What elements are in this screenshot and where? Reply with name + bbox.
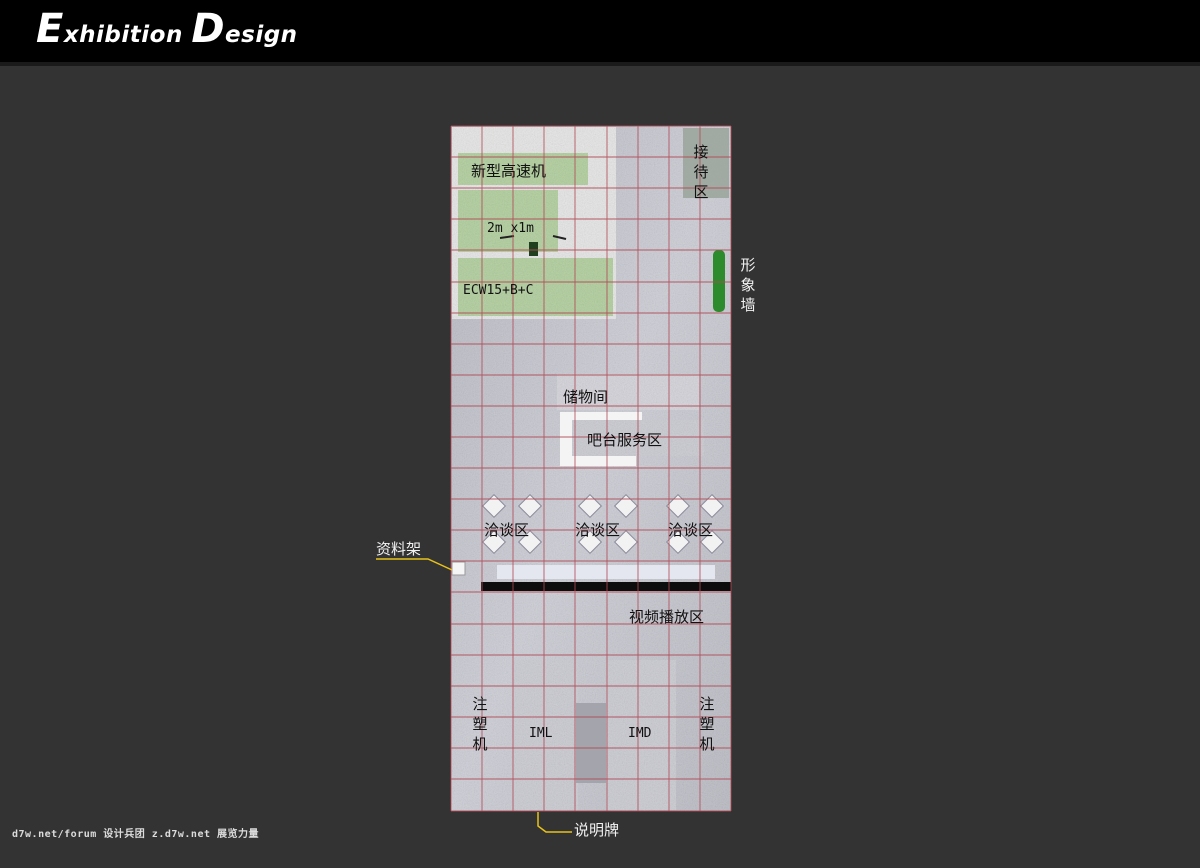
robot-body [529,242,538,256]
label-iml: IML [529,726,553,741]
label-bar-service: 吧台服务区 [587,431,663,449]
label-reception: 接待区 [693,143,709,201]
sign-board-callout [537,812,572,833]
footer-credit: d7w.net/forum 设计兵团 z.d7w.net 展览力量 [12,829,260,840]
label-storage: 储物间 [563,388,609,406]
brochure-rack [451,561,466,576]
counter-strip [497,565,715,579]
label-image-wall: 形象墙 [740,256,756,314]
label-sign-board: 说明牌 [574,821,620,839]
label-new-high-speed-machine: 新型高速机 [471,162,547,180]
label-machine-model: ECW15+B+C [463,283,534,298]
label-imd: IMD [628,726,652,741]
label-meeting-2: 洽谈区 [575,521,621,539]
label-meeting-1: 洽谈区 [484,521,530,539]
label-brochure-rack: 资料架 [376,540,422,558]
label-video-area: 视频播放区 [629,608,705,626]
label-injection-right: 注塑机 [699,695,715,753]
image-wall-hedge [713,250,725,312]
brochure-rack-callout [376,558,453,571]
label-injection-left: 注塑机 [472,695,488,753]
partition-wall [481,582,731,591]
label-meeting-3: 洽谈区 [668,521,714,539]
iml-imd-divider [576,703,606,783]
label-size-note: 2m x1m [487,221,534,236]
